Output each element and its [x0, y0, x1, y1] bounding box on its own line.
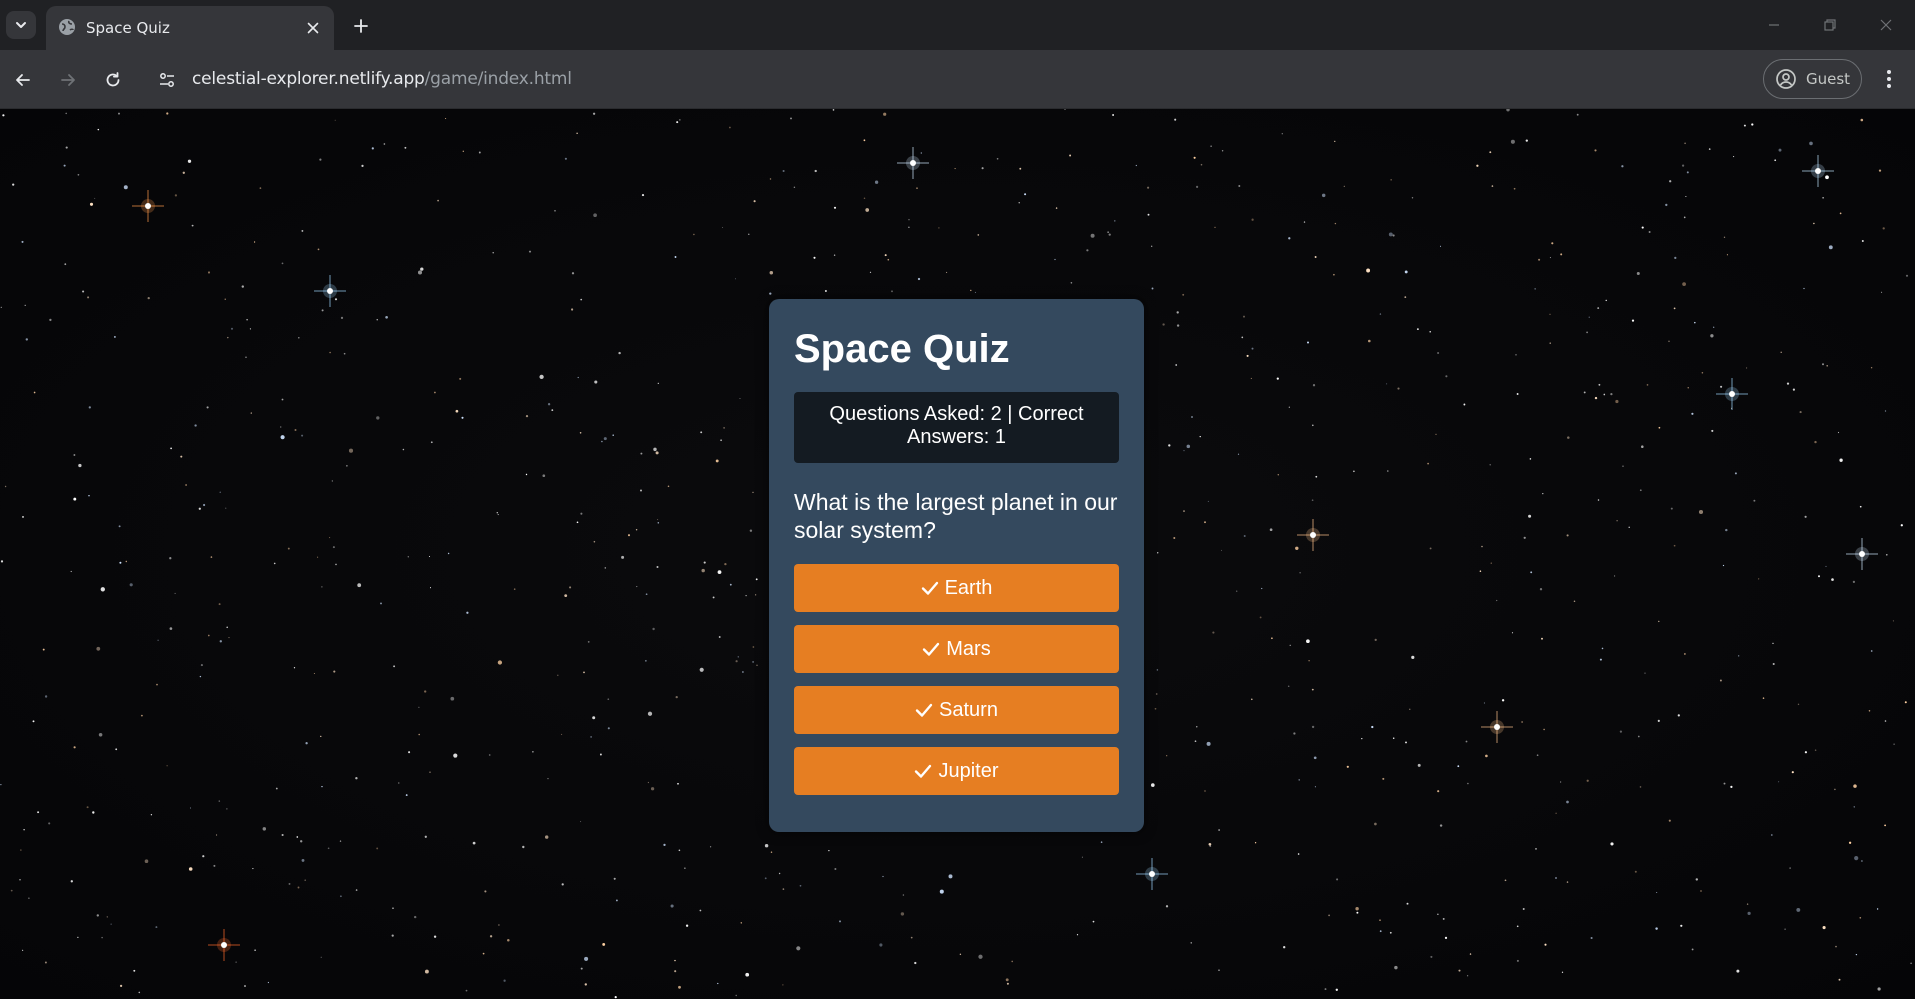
- tab-title: Space Quiz: [86, 19, 170, 37]
- active-tab[interactable]: Space Quiz: [46, 6, 334, 50]
- tab-strip: Space Quiz: [0, 0, 1915, 50]
- quiz-card: Space Quiz Questions Asked: 2 | Correct …: [769, 299, 1144, 832]
- minimize-button[interactable]: [1754, 10, 1794, 40]
- close-icon: [307, 22, 319, 34]
- tune-icon: [160, 73, 174, 87]
- account-icon: [1776, 69, 1796, 89]
- check-icon: [915, 764, 932, 778]
- reload-button[interactable]: [97, 64, 129, 96]
- url-host: celestial-explorer.netlify.app: [192, 69, 425, 89]
- question-text: What is the largest planet in our solar …: [794, 489, 1118, 543]
- browser-menu-button[interactable]: [1873, 63, 1905, 95]
- restore-button[interactable]: [1810, 10, 1850, 40]
- page-viewport: Space Quiz Questions Asked: 2 | Correct …: [0, 109, 1915, 999]
- arrow-right-icon: [61, 74, 75, 86]
- answer-label: Saturn: [939, 698, 998, 721]
- profile-button[interactable]: Guest: [1763, 59, 1862, 99]
- close-icon: [1880, 19, 1892, 31]
- tab-search-button[interactable]: [6, 11, 36, 39]
- new-tab-button[interactable]: [346, 12, 376, 40]
- plus-icon: [354, 19, 368, 33]
- site-info-button[interactable]: [155, 68, 179, 92]
- check-icon: [923, 642, 940, 656]
- quiz-title: Space Quiz: [794, 327, 1010, 371]
- reload-icon: [106, 72, 120, 87]
- answer-list: Earth Mars Saturn Jupiter: [794, 564, 1119, 795]
- check-icon: [921, 581, 938, 595]
- address-bar[interactable]: celestial-explorer.netlify.app/game/inde…: [192, 69, 572, 89]
- minimize-icon: [1769, 24, 1779, 26]
- restore-icon: [1824, 19, 1836, 31]
- answer-label: Earth: [944, 576, 993, 599]
- url-path: /game/index.html: [424, 69, 572, 89]
- back-button[interactable]: [7, 64, 39, 96]
- answer-button-earth[interactable]: Earth: [794, 564, 1119, 612]
- check-icon: [915, 703, 933, 717]
- globe-icon: [59, 19, 75, 35]
- answer-button-jupiter[interactable]: Jupiter: [794, 747, 1119, 795]
- chevron-down-icon: [16, 22, 26, 28]
- arrow-left-icon: [16, 74, 30, 86]
- answer-button-mars[interactable]: Mars: [794, 625, 1119, 673]
- close-window-button[interactable]: [1866, 10, 1906, 40]
- profile-label: Guest: [1806, 70, 1851, 88]
- answer-label: Jupiter: [938, 759, 999, 782]
- answer-label: Mars: [946, 637, 991, 660]
- score-display: Questions Asked: 2 | Correct Answers: 1: [794, 392, 1119, 463]
- browser-toolbar: celestial-explorer.netlify.app/game/inde…: [0, 50, 1915, 109]
- tab-close-button[interactable]: [302, 17, 324, 39]
- answer-button-saturn[interactable]: Saturn: [794, 686, 1119, 734]
- more-vert-icon: [1887, 70, 1891, 88]
- forward-button[interactable]: [52, 64, 84, 96]
